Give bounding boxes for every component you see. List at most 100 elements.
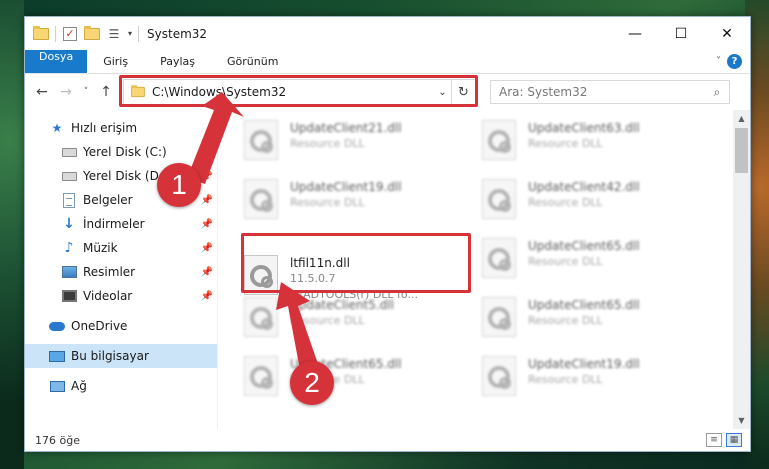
sidebar-item-label: Resimler	[83, 265, 136, 279]
customize-toolbar-chevron-icon[interactable]: ▾	[128, 29, 132, 38]
tab-file[interactable]: Dosya	[25, 50, 88, 73]
sidebar-item-onedrive[interactable]: OneDrive	[25, 314, 217, 338]
tiles-view-icon[interactable]: ▦	[726, 433, 742, 447]
close-button[interactable]: ✕	[704, 17, 750, 50]
target-file-item[interactable]: ltfil11n.dll 11.5.0.7 LEADTOOLS(r) DLL f…	[242, 251, 468, 306]
sidebar-item-music[interactable]: ♪ Müzik 📌	[25, 236, 217, 260]
scrollbar-thumb[interactable]	[735, 128, 748, 173]
pictures-icon	[61, 264, 77, 280]
file-item[interactable]: UpdateClient65.dllResource DLL	[480, 293, 718, 352]
title-bar: ✓ ☰ ▾ System32 — ☐ ✕	[25, 17, 750, 50]
pin-icon[interactable]: 📌	[201, 291, 213, 302]
quick-access-toolbar: ✓ ☰ ▾	[25, 25, 140, 42]
search-input[interactable]: Ara: System32	[499, 85, 705, 99]
tab-view[interactable]: Görünüm	[211, 50, 294, 73]
file-description: Resource DLL	[290, 196, 365, 209]
sidebar-item-label: Bu bilgisayar	[71, 349, 149, 363]
sidebar-item-pictures[interactable]: Resimler 📌	[25, 260, 217, 284]
pin-icon[interactable]: 📌	[201, 195, 213, 206]
sidebar-item-label: Yerel Disk (D:)	[83, 169, 168, 183]
file-name: UpdateClient63.dll	[528, 121, 640, 135]
ribbon-right-controls: ˅ ?	[716, 50, 750, 73]
videos-icon	[61, 288, 77, 304]
address-bar[interactable]: C:\Windows\System32 ⌄ ↻	[119, 75, 478, 107]
star-icon: ★	[51, 121, 63, 135]
pin-icon[interactable]: 📌	[201, 171, 213, 182]
file-name: UpdateClient19.dll	[290, 180, 402, 194]
forward-button[interactable]: →	[55, 80, 77, 104]
properties-icon[interactable]: ✓	[62, 26, 78, 42]
maximize-button[interactable]: ☐	[658, 17, 704, 50]
vertical-scrollbar[interactable]: ▲ ▼	[733, 110, 750, 429]
dll-file-icon	[482, 120, 516, 160]
scroll-down-arrow-icon[interactable]: ▼	[733, 412, 750, 429]
sidebar-item-network[interactable]: Ağ	[25, 374, 217, 398]
recent-locations-chevron-icon[interactable]: ˅	[79, 80, 93, 104]
back-button[interactable]: ←	[31, 80, 53, 104]
file-item[interactable]: UpdateClient19.dll Resource DLL	[480, 352, 718, 411]
sidebar-item-quick-access[interactable]: ★ Hızlı erişim	[25, 116, 217, 140]
new-folder-icon[interactable]	[84, 25, 100, 42]
music-icon: ♪	[64, 240, 74, 256]
computer-icon	[49, 348, 65, 364]
search-box[interactable]: Ara: System32 ⌕	[490, 80, 730, 104]
sidebar-item-label: Müzik	[83, 241, 118, 255]
file-item[interactable]: UpdateClient65.dll Resource DLL	[480, 234, 718, 293]
pin-icon[interactable]: 📌	[201, 243, 213, 254]
sidebar-item-local-disk-c[interactable]: Yerel Disk (C:) 📌	[25, 140, 217, 164]
file-description: Resource DLL	[528, 373, 603, 386]
address-path[interactable]: C:\Windows\System32	[152, 85, 433, 99]
callout-1: 1	[157, 163, 201, 207]
sidebar-item-videos[interactable]: Videolar 📌	[25, 284, 217, 308]
search-icon[interactable]: ⌕	[705, 85, 729, 100]
file-name: UpdateClient65.dll	[528, 239, 640, 253]
help-icon[interactable]: ?	[727, 54, 742, 69]
address-dropdown-chevron-icon[interactable]: ⌄	[433, 87, 451, 98]
list-view-icon[interactable]: ☰	[106, 26, 122, 42]
dll-file-icon	[482, 297, 516, 337]
file-item[interactable]: UpdateClient19.dll Resource DLL	[242, 175, 480, 234]
scroll-up-arrow-icon[interactable]: ▲	[733, 110, 750, 127]
sidebar-item-label: İndirmeler	[83, 217, 145, 231]
sidebar-item-label: OneDrive	[71, 319, 128, 333]
dll-file-icon	[244, 179, 278, 219]
folder-icon	[124, 85, 146, 98]
file-item[interactable]: UpdateClient42.dll Resource DLL	[480, 175, 718, 234]
file-name: UpdateClient19.dll	[528, 357, 640, 371]
sidebar-item-label: Yerel Disk (C:)	[83, 145, 167, 159]
navigation-bar: ← → ˅ ↑ C:\Windows\System32 ⌄ ↻ Ara: Sys…	[25, 74, 750, 110]
view-toggle: ≡ ▦	[706, 433, 750, 447]
status-bar: 176 öğe ≡ ▦	[25, 429, 750, 451]
pin-icon[interactable]: 📌	[201, 267, 213, 278]
tab-home[interactable]: Giriş	[87, 50, 144, 73]
expand-ribbon-chevron-icon[interactable]: ˅	[716, 56, 721, 67]
navigation-pane: ★ Hızlı erişim Yerel Disk (C:) 📌 Yerel D…	[25, 110, 218, 429]
downloads-icon: ↓	[63, 216, 75, 232]
file-explorer-window: ✓ ☰ ▾ System32 — ☐ ✕ Dosya Giriş Paylaş …	[24, 16, 751, 452]
up-button[interactable]: ↑	[95, 80, 117, 104]
network-icon	[49, 378, 65, 394]
file-item[interactable]: UpdateClient63.dll Resource DLL	[480, 116, 718, 175]
sidebar-item-label: Ağ	[71, 379, 87, 393]
file-item[interactable]: UpdateClient65.dllResource DLL	[242, 352, 480, 411]
file-version: 11.5.0.7	[290, 272, 336, 285]
tab-share[interactable]: Paylaş	[144, 50, 211, 73]
file-description: Resource DLL	[528, 137, 603, 150]
file-description: Resource DLL	[290, 314, 365, 327]
sidebar-item-this-pc[interactable]: Bu bilgisayar	[25, 344, 217, 368]
details-view-icon[interactable]: ≡	[706, 433, 722, 447]
dll-file-icon	[482, 356, 516, 396]
pin-icon[interactable]: 📌	[201, 147, 213, 158]
sidebar-item-label: Belgeler	[83, 193, 133, 207]
file-description: Resource DLL	[528, 255, 603, 268]
item-count: 176 öğe	[35, 433, 80, 447]
sidebar-item-downloads[interactable]: ↓ İndirmeler 📌	[25, 212, 217, 236]
file-item[interactable]: UpdateClient21.dll Resource DLL	[242, 116, 480, 175]
refresh-button[interactable]: ↻	[451, 80, 475, 104]
file-description: Resource DLL	[290, 137, 365, 150]
file-name: UpdateClient65.dll	[528, 298, 640, 312]
minimize-button[interactable]: —	[612, 17, 658, 50]
pin-icon[interactable]: 📌	[201, 219, 213, 230]
dll-file-icon	[244, 120, 278, 160]
dll-file-icon	[482, 179, 516, 219]
